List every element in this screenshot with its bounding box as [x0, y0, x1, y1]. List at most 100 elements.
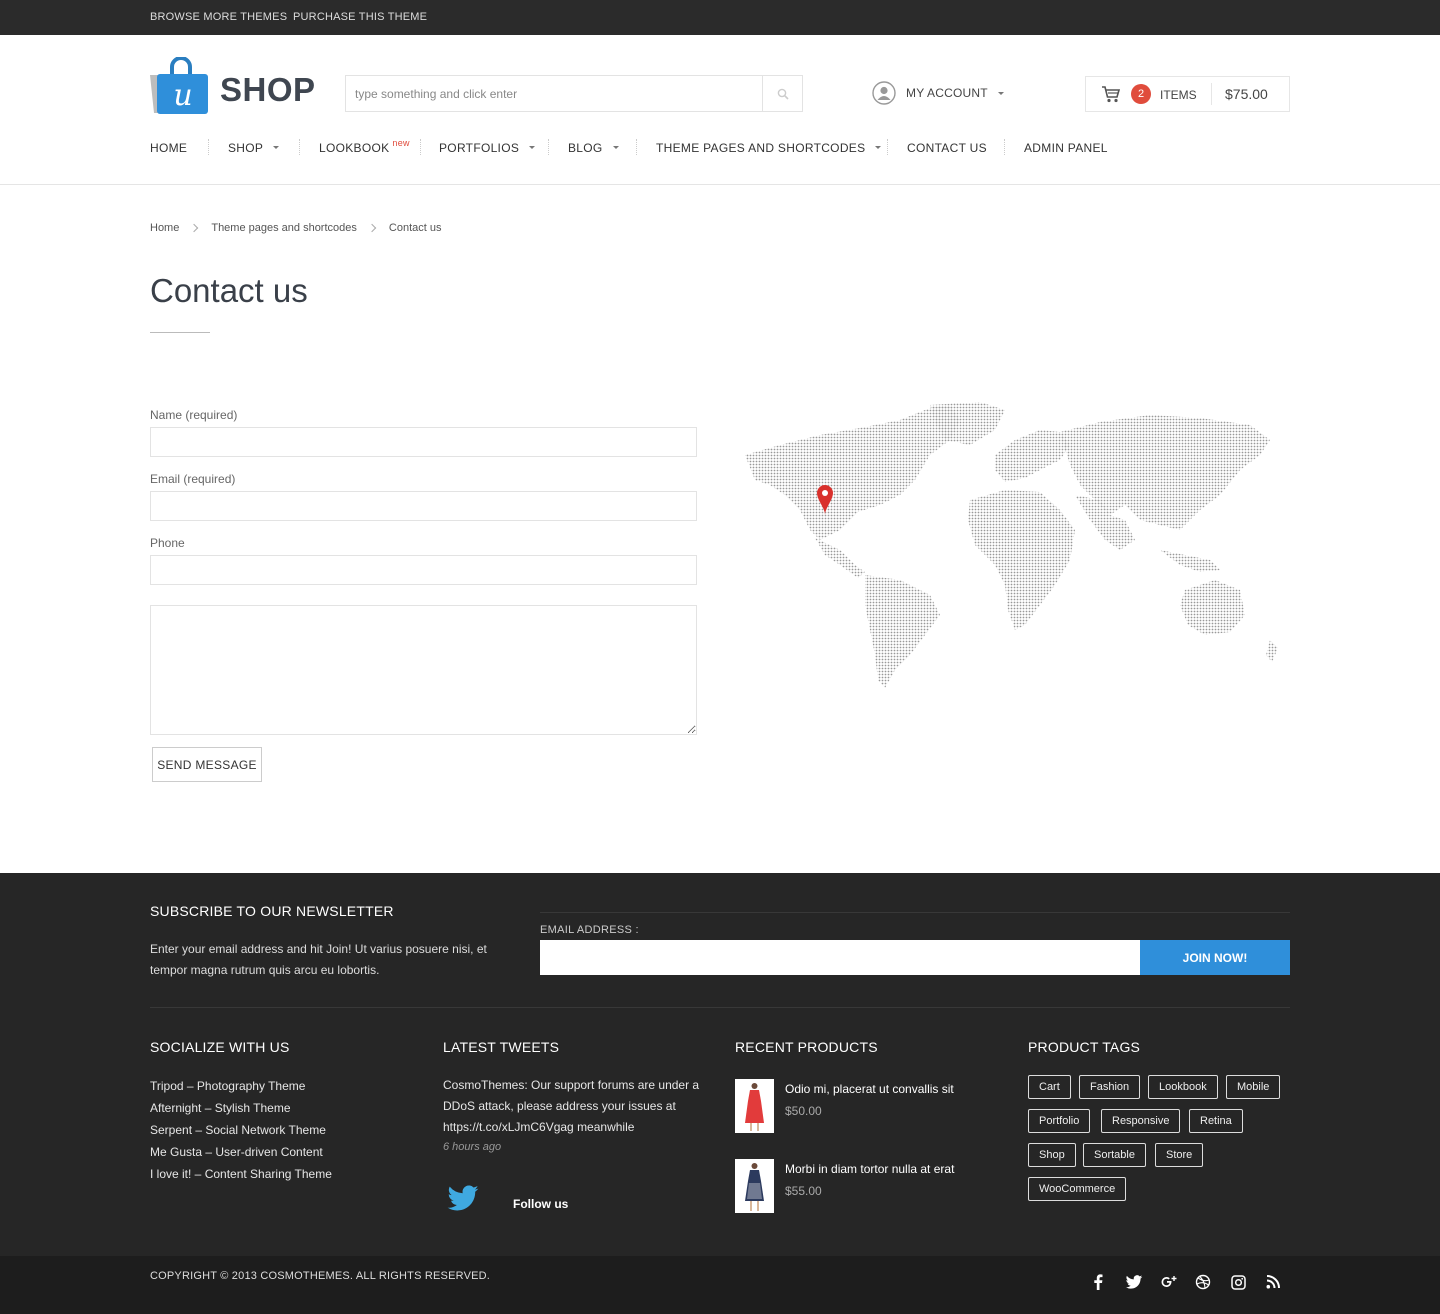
browse-themes-link[interactable]: BROWSE MORE THEMES: [150, 11, 287, 23]
product-name[interactable]: Morbi in diam tortor nulla at erat: [785, 1162, 954, 1176]
dress-image: [745, 1083, 764, 1131]
tag[interactable]: Retina: [1189, 1109, 1243, 1133]
socialize-link[interactable]: Serpent – Social Network Theme: [150, 1121, 332, 1143]
nav-shop-label: SHOP: [228, 141, 264, 155]
dribbble-icon[interactable]: [1194, 1273, 1212, 1291]
follow-us-link[interactable]: Follow us: [513, 1197, 568, 1211]
tag[interactable]: Store: [1155, 1143, 1204, 1167]
account-label: MY ACCOUNT: [906, 86, 988, 100]
cart-items-label: ITEMS: [1160, 88, 1197, 102]
tag[interactable]: Portfolio: [1028, 1109, 1091, 1133]
tag[interactable]: Mobile: [1226, 1075, 1281, 1099]
tag[interactable]: Responsive: [1101, 1109, 1181, 1133]
cart-count-badge: 2: [1131, 84, 1151, 104]
product-thumbnail[interactable]: [735, 1079, 774, 1133]
nav-lookbook[interactable]: LOOKBOOK new: [319, 138, 410, 155]
nav-shop[interactable]: SHOP: [228, 141, 280, 155]
nav-home[interactable]: HOME: [150, 141, 187, 155]
phone-field[interactable]: [150, 555, 697, 585]
socialize-links: Tripod – Photography Theme Afternight – …: [150, 1077, 332, 1187]
page-title: Contact us: [150, 272, 308, 309]
nav-blog[interactable]: BLOG: [568, 141, 619, 155]
tweet-line[interactable]: https://t.co/xLJmC6Vgag meanwhile: [443, 1117, 708, 1138]
twitter-bird-icon[interactable]: [446, 1185, 480, 1213]
newsletter-text: Enter your email address and hit Join! U…: [150, 939, 530, 981]
join-now-button[interactable]: JOIN NOW!: [1140, 940, 1290, 975]
nav-divider: [1004, 139, 1005, 155]
search-box: [345, 75, 803, 112]
email-label: Email (required): [150, 472, 236, 486]
tweet-line: CosmoThemes: Our support forums are unde…: [443, 1078, 700, 1092]
nav-lookbook-label: LOOKBOOK: [319, 141, 390, 155]
logo-mark: u: [173, 78, 192, 113]
newsletter-text-line: Enter your email address and hit Join! U…: [150, 942, 487, 956]
chevron-down-icon: [612, 146, 619, 149]
purchase-theme-link[interactable]: PURCHASE THIS THEME: [293, 11, 427, 23]
cart-icon: [1102, 86, 1121, 103]
breadcrumb-home[interactable]: Home: [150, 222, 179, 234]
phone-label: Phone: [150, 536, 185, 550]
twitter-icon[interactable]: [1125, 1273, 1143, 1291]
title-underline: [150, 332, 210, 333]
nav-contact[interactable]: CONTACT US: [907, 141, 987, 155]
socialize-link[interactable]: Afternight – Stylish Theme: [150, 1099, 332, 1121]
nav-admin[interactable]: ADMIN PANEL: [1024, 141, 1108, 155]
newsletter-email-input[interactable]: [540, 940, 1140, 975]
tag[interactable]: Lookbook: [1148, 1075, 1218, 1099]
footer-divider: [150, 1007, 1290, 1008]
world-map: [745, 402, 1278, 688]
search-icon: [777, 88, 789, 100]
name-field[interactable]: [150, 427, 697, 457]
email-field[interactable]: [150, 491, 697, 521]
facebook-icon[interactable]: [1089, 1273, 1107, 1291]
breadcrumb-section[interactable]: Theme pages and shortcodes: [211, 222, 357, 234]
socialize-link[interactable]: Tripod – Photography Theme: [150, 1077, 332, 1099]
account-menu[interactable]: MY ACCOUNT: [872, 81, 1004, 105]
message-field[interactable]: [150, 605, 697, 735]
breadcrumb: Home Theme pages and shortcodes Contact …: [150, 222, 441, 234]
product-thumbnail[interactable]: [735, 1159, 774, 1213]
footer: [0, 873, 1440, 1256]
chevron-down-icon: [997, 91, 1004, 95]
nav-divider: [420, 139, 421, 155]
tweets-heading: LATEST TWEETS: [443, 1039, 560, 1055]
nav-theme-pages-label: THEME PAGES AND SHORTCODES: [656, 141, 866, 155]
product-name[interactable]: Odio mi, placerat ut convallis sit: [785, 1082, 954, 1096]
socialize-heading: SOCIALIZE WITH US: [150, 1039, 290, 1055]
nav-divider: [548, 139, 549, 155]
rss-icon[interactable]: [1264, 1273, 1282, 1291]
product-price: $55.00: [785, 1184, 822, 1198]
product-tags-heading: PRODUCT TAGS: [1028, 1039, 1141, 1055]
socialize-link[interactable]: I love it! – Content Sharing Theme: [150, 1165, 332, 1187]
cart-summary[interactable]: 2 ITEMS $75.00: [1085, 76, 1290, 112]
tag[interactable]: WooCommerce: [1028, 1177, 1127, 1201]
chevron-down-icon: [273, 146, 280, 149]
tag[interactable]: Shop: [1028, 1143, 1076, 1167]
tag[interactable]: Fashion: [1079, 1075, 1141, 1099]
logo[interactable]: u SHOP: [150, 56, 315, 115]
send-message-button[interactable]: SEND MESSAGE: [152, 747, 262, 782]
email-address-label: EMAIL ADDRESS :: [540, 924, 639, 936]
instagram-icon[interactable]: [1229, 1273, 1247, 1291]
nav-theme-pages[interactable]: THEME PAGES AND SHORTCODES: [656, 141, 882, 155]
cart-total: $75.00: [1225, 86, 1268, 102]
newsletter-divider: [540, 912, 1290, 913]
newsletter-heading: SUBSCRIBE TO OUR NEWSLETTER: [150, 903, 394, 919]
search-input[interactable]: [346, 76, 762, 111]
nav-portfolios[interactable]: PORTFOLIOS: [439, 141, 536, 155]
google-plus-icon[interactable]: [1160, 1273, 1178, 1291]
tweet-text: CosmoThemes: Our support forums are unde…: [443, 1075, 708, 1138]
nav-divider: [208, 139, 209, 155]
bottom-bar: [0, 1256, 1440, 1314]
cart-divider: [1211, 83, 1212, 105]
tag[interactable]: Cart: [1028, 1075, 1071, 1099]
chevron-right-icon: [190, 223, 199, 233]
logo-text: SHOP: [220, 71, 316, 108]
user-icon: [872, 81, 896, 105]
socialize-link[interactable]: Me Gusta – User-driven Content: [150, 1143, 332, 1165]
dress-image: [745, 1163, 764, 1211]
search-button[interactable]: [762, 76, 802, 111]
nav-blog-label: BLOG: [568, 141, 603, 155]
tag[interactable]: Sortable: [1083, 1143, 1146, 1167]
new-badge: new: [392, 138, 410, 148]
